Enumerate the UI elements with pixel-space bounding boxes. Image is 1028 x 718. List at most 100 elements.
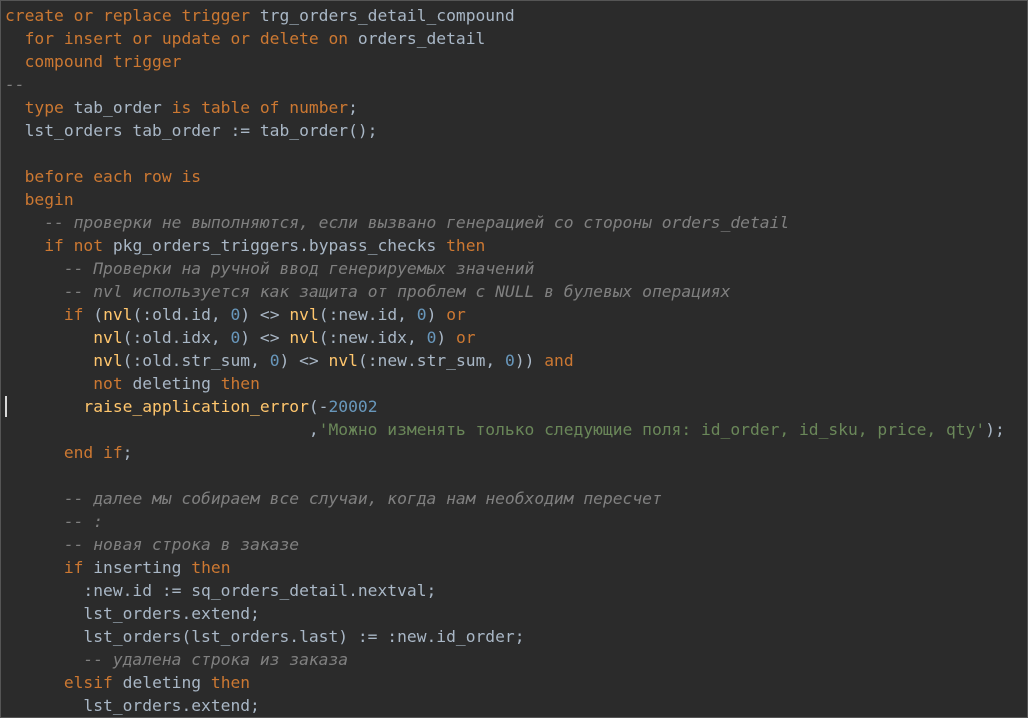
code-token: 0 <box>416 305 427 324</box>
code-line[interactable]: nvl(:old.str_sum, 0) <> nvl(:new.str_sum… <box>5 349 1027 372</box>
code-token: (:old.id, <box>132 305 231 324</box>
code-token: )) <box>514 351 545 370</box>
code-line[interactable]: nvl(:old.idx, 0) <> nvl(:new.idx, 0) or <box>5 326 1027 349</box>
code-token: compound trigger <box>24 52 182 71</box>
code-line[interactable]: -- удалена строка из заказа <box>5 648 1027 671</box>
code-line[interactable]: lst_orders(lst_orders.last) := :new.id_o… <box>5 625 1027 648</box>
code-token: 'Можно изменять только следующие поля: i… <box>318 420 986 439</box>
code-line[interactable]: for insert or update or delete on orders… <box>5 27 1027 50</box>
code-token: -- проверки не выполняются, если вызвано… <box>44 213 790 232</box>
code-line[interactable]: if inserting then <box>5 556 1027 579</box>
code-token: raise_application_error <box>83 397 309 416</box>
code-line[interactable] <box>5 142 1027 165</box>
code-line[interactable]: begin <box>5 188 1027 211</box>
code-token: (:new.idx, <box>318 328 427 347</box>
code-line[interactable]: before each row is <box>5 165 1027 188</box>
code-token: then <box>191 558 231 577</box>
code-token: or <box>455 328 476 347</box>
code-line[interactable]: ,'Можно изменять только следующие поля: … <box>5 418 1027 441</box>
code-line[interactable]: elsif deleting then <box>5 671 1027 694</box>
code-line[interactable]: compound trigger <box>5 50 1027 73</box>
code-token: tab_order <box>73 98 172 117</box>
code-token: lst_orders.extend; <box>83 604 260 623</box>
code-line[interactable]: -- <box>5 73 1027 96</box>
code-token: 0 <box>230 328 241 347</box>
code-token: ( <box>93 305 104 324</box>
code-line[interactable]: -- новая строка в заказе <box>5 533 1027 556</box>
code-token: ) <> <box>240 305 290 324</box>
code-line[interactable]: -- nvl используется как защита от пробле… <box>5 280 1027 303</box>
code-token: begin <box>24 190 74 209</box>
code-token: lst_orders tab_order := tab_order(); <box>24 121 378 140</box>
code-token: if <box>63 558 94 577</box>
code-line[interactable]: -- Проверки на ручной ввод генерируемых … <box>5 257 1027 280</box>
code-token: -- удалена строка из заказа <box>83 650 349 669</box>
code-token: orders_detail <box>357 29 486 48</box>
code-line[interactable]: end if; <box>5 441 1027 464</box>
code-token: nvl <box>103 305 133 324</box>
code-token: (:old.str_sum, <box>122 351 270 370</box>
code-token: nvl <box>289 328 319 347</box>
code-token: nvl <box>328 351 358 370</box>
code-token: lst_orders.extend; <box>83 696 260 715</box>
code-token: inserting <box>93 558 192 577</box>
code-token: (:new.str_sum, <box>357 351 505 370</box>
code-line[interactable]: if not pkg_orders_triggers.bypass_checks… <box>5 234 1027 257</box>
code-line[interactable]: create or replace trigger trg_orders_det… <box>5 4 1027 27</box>
code-token: then <box>446 236 486 255</box>
code-line[interactable]: lst_orders.extend; <box>5 602 1027 625</box>
code-editor[interactable]: create or replace trigger trg_orders_det… <box>0 0 1028 718</box>
code-token: -- nvl используется как защита от пробле… <box>63 282 731 301</box>
code-line[interactable]: type tab_order is table of number; <box>5 96 1027 119</box>
code-token: pkg_orders_triggers.bypass_checks <box>112 236 447 255</box>
code-token: -- новая строка в заказе <box>63 535 300 554</box>
code-token: if <box>63 305 94 324</box>
code-token: nvl <box>289 305 319 324</box>
code-token: -- Проверки на ручной ввод генерируемых … <box>63 259 535 278</box>
text-caret <box>5 396 7 417</box>
code-line[interactable] <box>5 464 1027 487</box>
code-line[interactable]: -- далее мы собираем все случаи, когда н… <box>5 487 1027 510</box>
code-token: deleting <box>122 673 211 692</box>
code-token: ) <box>426 305 447 324</box>
code-line[interactable]: raise_application_error(-20002 <box>5 395 1027 418</box>
code-area[interactable]: create or replace trigger trg_orders_det… <box>5 4 1027 717</box>
code-line[interactable]: :new.id := sq_orders_detail.nextval; <box>5 579 1027 602</box>
code-line[interactable]: lst_orders tab_order := tab_order(); <box>5 119 1027 142</box>
code-token: nvl <box>93 328 123 347</box>
code-token: 20002 <box>328 397 378 416</box>
code-token: for insert or update or delete on <box>24 29 358 48</box>
code-token: end if <box>63 443 123 462</box>
code-token: trg_orders_detail_compound <box>259 6 515 25</box>
code-token: 0 <box>426 328 437 347</box>
code-token: elsif <box>63 673 123 692</box>
code-line[interactable]: -- проверки не выполняются, если вызвано… <box>5 211 1027 234</box>
code-line[interactable]: if (nvl(:old.id, 0) <> nvl(:new.id, 0) o… <box>5 303 1027 326</box>
code-token: ); <box>985 420 1005 439</box>
code-line[interactable]: lst_orders.extend; <box>5 694 1027 717</box>
code-token: -- : <box>63 512 104 531</box>
code-token: before each row is <box>24 167 202 186</box>
code-line[interactable]: -- : <box>5 510 1027 533</box>
code-line[interactable]: not deleting then <box>5 372 1027 395</box>
code-token: lst_orders(lst_orders.last) := :new.id_o… <box>83 627 525 646</box>
code-token: ) <> <box>240 328 290 347</box>
code-token: 0 <box>269 351 280 370</box>
code-token: and <box>544 351 574 370</box>
